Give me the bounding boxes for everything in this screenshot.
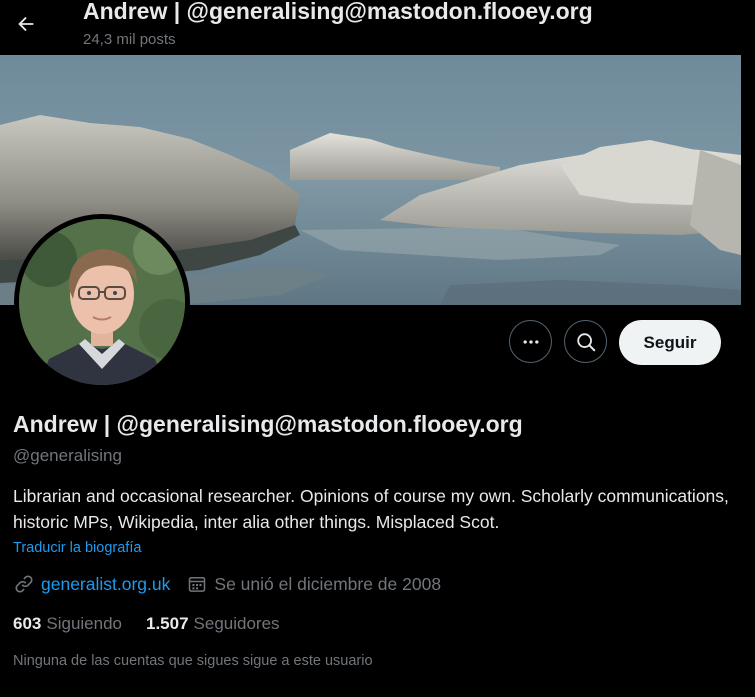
arrow-left-icon [18, 16, 34, 32]
followed-by-note: Ninguna de las cuentas que sigues sigue … [13, 653, 373, 669]
following-label: Siguiendo [46, 614, 122, 633]
header-title: Andrew | @generalising@mastodon.flooey.o… [83, 0, 593, 24]
translate-bio-link[interactable]: Traducir la biografía [13, 538, 141, 558]
following-stat[interactable]: 603 Siguiendo [13, 612, 122, 636]
profile-header: Andrew | @generalising@mastodon.flooey.o… [0, 0, 755, 55]
scrollbar-track[interactable] [741, 0, 755, 697]
search-posts-button[interactable] [564, 320, 607, 363]
followers-label: Seguidores [193, 614, 280, 633]
search-icon [576, 332, 595, 351]
display-name: Andrew | @generalising@mastodon.flooey.o… [13, 411, 523, 437]
user-handle: @generalising [13, 446, 122, 465]
posts-count: 24,3 mil posts [83, 31, 176, 48]
join-date: Se unió el diciembre de 2008 [214, 574, 442, 594]
following-count: 603 [13, 614, 42, 633]
profile-meta: generalist.org.uk Se unió el diciembre d… [13, 572, 441, 596]
avatar[interactable] [14, 214, 190, 390]
link-icon [13, 573, 35, 595]
followers-count: 1.507 [146, 614, 189, 633]
followers-stat[interactable]: 1.507 Seguidores [146, 612, 280, 636]
follow-button[interactable]: Seguir [619, 320, 721, 365]
profile-bio: Librarian and occasional researcher. Opi… [13, 486, 729, 532]
website-link[interactable]: generalist.org.uk [41, 572, 170, 596]
follow-stats: 603 Siguiendo 1.507 Seguidores [13, 612, 280, 636]
avatar-photo [19, 219, 185, 385]
more-options-button[interactable] [509, 320, 552, 363]
back-button[interactable] [8, 6, 44, 42]
calendar-icon [186, 573, 208, 595]
more-dots-icon [523, 339, 538, 344]
